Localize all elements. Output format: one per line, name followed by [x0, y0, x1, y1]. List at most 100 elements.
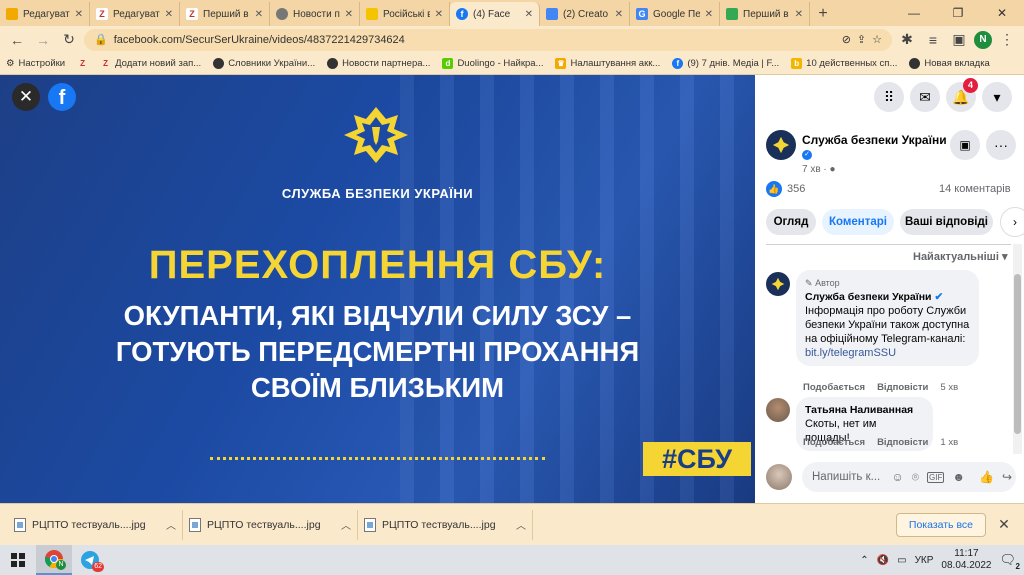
user-avatar[interactable] — [766, 464, 792, 490]
bookmark-account-settings[interactable]: ♛ Налаштування акк... — [555, 58, 660, 69]
profile-avatar[interactable]: N — [974, 30, 992, 49]
tab-news[interactable]: Новости п ✕ — [270, 2, 360, 26]
telegram-link[interactable]: bit.ly/telegramSSU — [805, 347, 896, 359]
download-item[interactable]: РЦПТО тествуаль....jpg ︿ — [358, 509, 533, 540]
bookmark-z[interactable]: Z — [77, 58, 88, 69]
extensions-icon[interactable]: ✱ — [896, 29, 918, 51]
close-tab-icon[interactable]: ✕ — [75, 9, 83, 20]
like-comment-button[interactable]: Подобається — [803, 382, 865, 393]
comments-count[interactable]: 14 коментарів — [939, 183, 1011, 195]
chevron-right-icon[interactable]: › — [1000, 207, 1024, 237]
tab-russian[interactable]: Російські в ✕ — [360, 2, 450, 26]
clock[interactable]: 11:17 08.04.2022 — [941, 548, 991, 572]
eye-slash-icon[interactable]: ⊘ — [842, 33, 851, 46]
address-bar[interactable]: 🔒 facebook.com/SecurSerUkraine/videos/48… — [84, 28, 892, 51]
volume-muted-icon[interactable]: 🔇 — [877, 555, 889, 566]
bookmark-new-tab[interactable]: Новая вкладка — [909, 58, 990, 69]
minimize-icon[interactable]: — — [892, 6, 936, 20]
bookmark-duolingo[interactable]: d Duolingo - Найкра... — [442, 58, 543, 69]
sticker-icon[interactable]: ☻ — [952, 470, 965, 484]
share-icon[interactable]: ↪ — [1002, 470, 1016, 484]
comment-avatar[interactable] — [766, 398, 790, 422]
chevron-up-icon[interactable]: ︿ — [166, 517, 176, 532]
tab-your-replies[interactable]: Ваші відповіді — [900, 209, 993, 235]
facebook-logo[interactable]: f — [48, 83, 76, 111]
reply-comment-button[interactable]: Відповісти — [877, 382, 928, 393]
maximize-icon[interactable]: ❐ — [936, 6, 980, 20]
comment-time: 1 хв — [940, 437, 959, 448]
close-tab-icon[interactable]: ✕ — [255, 9, 263, 20]
tab-facebook[interactable]: f (4) Face ✕ — [450, 2, 540, 26]
comment-input[interactable]: Напишіть к... ☺ ⌾ GIF ☻ 👍 ↪ — [802, 462, 1016, 492]
facebook-icon: f — [672, 58, 684, 69]
emoji-icon[interactable]: ☺ — [892, 470, 904, 484]
forward-button[interactable]: → — [32, 29, 54, 51]
close-downloads-icon[interactable]: ✕ — [992, 516, 1016, 533]
tab-doc[interactable]: Перший в ✕ — [720, 2, 810, 26]
tab-creator[interactable]: (2) Creato ✕ — [540, 2, 630, 26]
chevron-up-icon[interactable]: ︿ — [516, 517, 526, 532]
menu-icon[interactable]: ⋮ — [996, 29, 1018, 51]
network-icon[interactable]: ▭ — [897, 555, 906, 566]
sort-dropdown[interactable]: Найактуальніші ▾ — [913, 250, 1007, 263]
close-tab-icon[interactable]: ✕ — [165, 9, 173, 20]
bookmark-add-post[interactable]: Z Додати новий зап... — [100, 58, 201, 69]
chevron-up-icon[interactable]: ⌃ — [860, 555, 868, 566]
reactions-summary[interactable]: 👍 356 — [766, 181, 805, 197]
close-tab-icon[interactable]: ✕ — [795, 9, 803, 20]
messenger-button[interactable]: ✉ — [910, 82, 940, 112]
scrollbar-thumb[interactable] — [1014, 274, 1021, 434]
page-avatar[interactable] — [766, 130, 796, 160]
gif-icon[interactable]: GIF — [927, 471, 945, 483]
chevron-up-icon[interactable]: ︿ — [341, 517, 351, 532]
comment-author[interactable]: Татьяна Наливанная — [805, 403, 924, 417]
camera-icon[interactable]: ⌾ — [912, 470, 919, 485]
close-window-icon[interactable]: ✕ — [980, 6, 1024, 20]
page-name[interactable]: Служба безпеки України — [802, 133, 947, 147]
back-button[interactable]: ← — [6, 29, 28, 51]
comment-avatar[interactable] — [766, 272, 790, 296]
menu-grid-button[interactable]: ⠿ — [874, 82, 904, 112]
language-indicator[interactable]: УКР — [915, 555, 934, 566]
download-item[interactable]: РЦПТО тествуаль....jpg ︿ — [183, 509, 358, 540]
star-icon[interactable]: ☆ — [872, 33, 882, 46]
notification-center-icon[interactable]: 🗨 2 — [999, 552, 1020, 571]
reload-button[interactable]: ↻ — [58, 29, 80, 51]
tab-translate[interactable]: G Google Пе ✕ — [630, 2, 720, 26]
bookmark-partner-news[interactable]: Новости партнера... — [327, 58, 430, 69]
share-icon[interactable]: ⇪ — [857, 33, 866, 46]
close-video-button[interactable]: ✕ — [12, 83, 40, 111]
save-post-button[interactable]: ▣ — [950, 130, 980, 160]
bookmark-10-ways[interactable]: b 10 действенных сп... — [791, 58, 897, 69]
tab-editor-1[interactable]: Редагувати✕ — [0, 2, 90, 26]
side-panel-icon[interactable]: ▣ — [948, 29, 970, 51]
like-comment-button[interactable]: Подобається — [803, 437, 865, 448]
bookmark-settings[interactable]: ⚙ Настройки — [6, 58, 65, 69]
close-tab-icon[interactable]: ✕ — [435, 9, 443, 20]
show-all-downloads-button[interactable]: Показать все — [895, 512, 986, 537]
comment-author[interactable]: Служба безпеки України ✔ — [805, 290, 970, 304]
close-tab-icon[interactable]: ✕ — [615, 9, 623, 20]
tab-overview[interactable]: Огляд — [766, 209, 816, 235]
bookmark-7days[interactable]: f (9) 7 днів. Медіа | F... — [672, 58, 779, 69]
close-tab-icon[interactable]: ✕ — [705, 9, 713, 20]
new-tab-button[interactable]: + — [810, 2, 836, 26]
reply-comment-button[interactable]: Відповісти — [877, 437, 928, 448]
account-menu-button[interactable]: ▾ — [982, 82, 1012, 112]
bookmark-dictionaries[interactable]: Словники України... — [213, 58, 315, 69]
like-icon[interactable]: 👍 — [979, 470, 994, 484]
telegram-taskbar-icon[interactable]: 62 — [72, 545, 108, 575]
close-tab-icon[interactable]: ✕ — [345, 9, 353, 20]
tab-first[interactable]: Z Перший в ✕ — [180, 2, 270, 26]
tab-comments[interactable]: Коментарі — [822, 209, 894, 235]
public-icon: ● — [829, 164, 836, 175]
tab-editor-2[interactable]: ZРедагувати✕ — [90, 2, 180, 26]
close-tab-icon[interactable]: ✕ — [525, 9, 533, 20]
more-options-button[interactable]: ··· — [986, 130, 1016, 160]
windows-start-icon[interactable] — [0, 545, 36, 575]
download-item[interactable]: РЦПТО тествуаль....jpg ︿ — [8, 509, 183, 540]
reading-list-icon[interactable]: ≡ — [922, 29, 944, 51]
scrollbar[interactable] — [1013, 244, 1022, 454]
chrome-taskbar-icon[interactable]: N — [36, 545, 72, 575]
video-player[interactable]: ✕ f СЛУЖБА БЕЗПЕКИ УКРАЇНИ ПЕРЕХОПЛЕННЯ … — [0, 75, 755, 503]
